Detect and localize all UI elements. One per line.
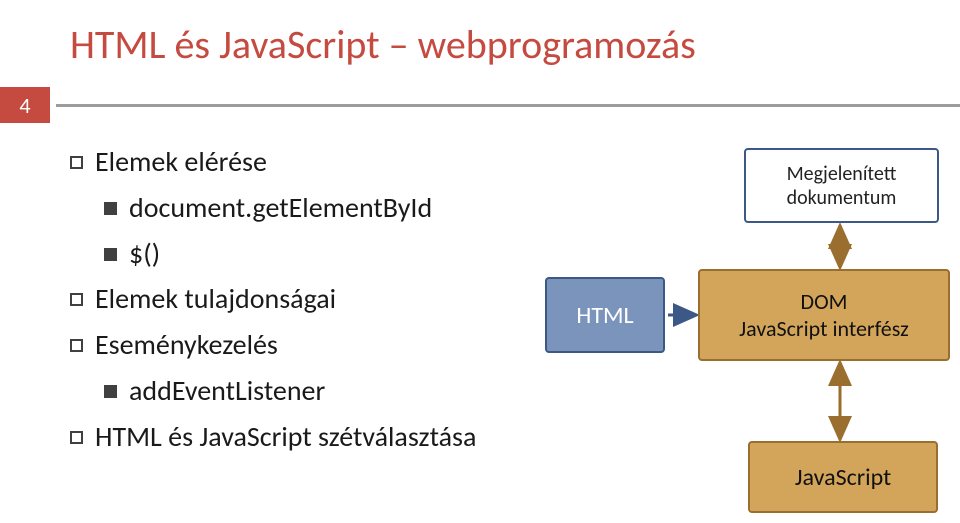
diagram-text: JavaScript xyxy=(795,463,891,492)
slide-title: HTML és JavaScript – webprogramozás xyxy=(0,0,960,79)
list-item: HTML és JavaScript szétválasztása xyxy=(70,418,540,456)
bullet-text: Elemek elérése xyxy=(95,143,267,181)
diagram-text: Megjelenített xyxy=(787,162,897,186)
header-divider xyxy=(56,104,960,107)
diagram-box-document: Megjelenített dokumentum xyxy=(744,148,939,223)
bullet-list: Elemek elérése document.getElementById $… xyxy=(70,143,540,523)
bullet-text: document.getElementById xyxy=(129,189,432,227)
bullet-text: Eseménykezelés xyxy=(95,326,278,364)
diagram-text: DOM xyxy=(801,288,848,315)
diagram-text: HTML xyxy=(576,301,633,330)
diagram: Megjelenített dokumentum HTML DOM JavaSc… xyxy=(540,143,960,523)
bullet-icon xyxy=(104,248,117,261)
content-area: Elemek elérése document.getElementById $… xyxy=(0,143,960,523)
bullet-text: addEventListener xyxy=(129,372,325,410)
page-number-badge: 4 xyxy=(0,87,50,123)
diagram-text: dokumentum xyxy=(787,186,897,210)
bullet-icon xyxy=(70,293,83,306)
bullet-icon xyxy=(104,385,117,398)
diagram-box-html: HTML xyxy=(545,277,665,353)
list-item: document.getElementById xyxy=(104,189,540,227)
diagram-box-javascript: JavaScript xyxy=(748,441,938,513)
header-bar: 4 xyxy=(0,87,960,123)
list-item: Elemek elérése xyxy=(70,143,540,181)
list-item: addEventListener xyxy=(104,372,540,410)
bullet-icon xyxy=(104,202,117,215)
bullet-icon xyxy=(70,156,83,169)
list-item: Elemek tulajdonságai xyxy=(70,280,540,318)
list-item: $() xyxy=(104,235,540,273)
bullet-text: $() xyxy=(129,235,160,273)
bullet-text: HTML és JavaScript szétválasztása xyxy=(95,418,476,456)
bullet-text: Elemek tulajdonságai xyxy=(95,280,336,318)
bullet-icon xyxy=(70,431,83,444)
list-item: Eseménykezelés xyxy=(70,326,540,364)
diagram-text: JavaScript interfész xyxy=(739,315,909,342)
diagram-box-dom: DOM JavaScript interfész xyxy=(698,269,950,361)
bullet-icon xyxy=(70,339,83,352)
